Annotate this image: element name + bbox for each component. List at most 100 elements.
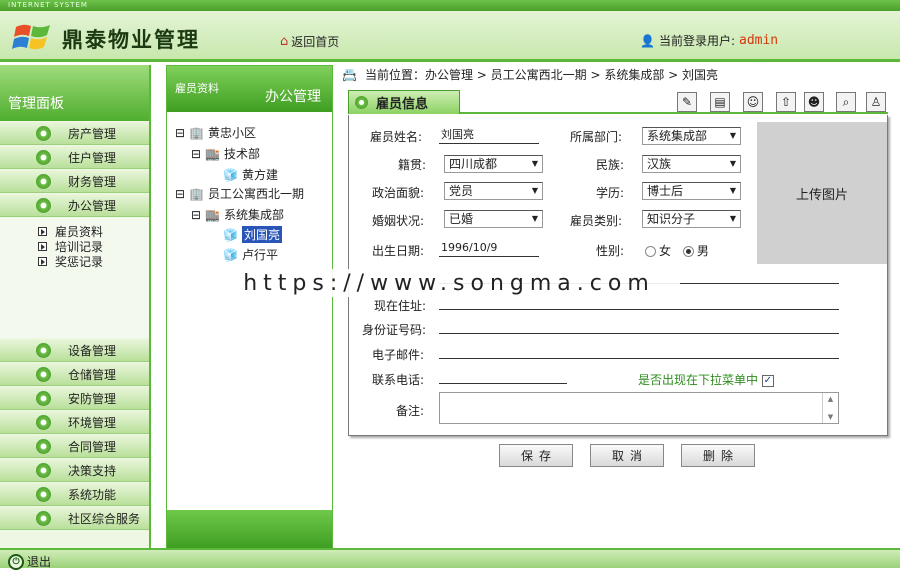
photo-upload[interactable]: 上传图片 [757,122,887,264]
header-bar: INTERNET SYSTEM 鼎泰物业管理 ⌂ 返回首页 👤 当前登录用户: … [0,0,900,62]
marital-select[interactable]: 已婚 [444,210,543,228]
group-icon[interactable]: ☻ [804,92,824,112]
edu-select[interactable]: 博士后 [642,182,741,200]
user-icon: 👤 [640,33,655,48]
exit-button[interactable]: ⏻ 退出 [8,553,51,570]
birth-label: 出生日期: [372,244,425,258]
scrollbar[interactable]: ▲ ▼ [822,393,838,423]
user-label: 当前登录用户: [658,34,735,48]
sidebar-menu-item[interactable]: 办公管理 [0,194,149,217]
delete-button[interactable]: 删除 [681,444,755,467]
menu-bullet-icon [36,487,51,502]
tree-node[interactable]: ⊟ 🏬 技术部 [191,145,260,162]
cancel-button[interactable]: 取消 [590,444,664,467]
gender-radio-group: 女 男 [645,242,709,259]
sidebar-menu-item[interactable]: 安防管理 [0,387,149,410]
menu-bullet-icon [36,439,51,454]
submenu-item[interactable]: 雇员资料 [38,224,149,239]
search-icon[interactable]: ⌕ [836,92,856,112]
email-label: 电子邮件: [372,348,425,362]
tree-collapse-icon: ⊟ [175,125,186,140]
home-link[interactable]: ⌂ 返回首页 [280,33,339,50]
home-icon: ⌂ [280,34,289,49]
address-label: 现在住址: [374,299,427,313]
native-select[interactable]: 四川成都 [444,155,543,173]
gender-male-radio[interactable] [682,246,694,257]
up-arrow-icon[interactable]: ⇧ [776,92,796,112]
department-icon: 🏬 [205,207,221,222]
menu-bullet-icon [36,343,51,358]
type-label: 雇员类别: [570,214,623,228]
person-icon[interactable]: ♙ [866,92,886,112]
sidebar-title: 管理面板 [0,65,149,121]
menu-bullet-icon [36,463,51,478]
submenu-item[interactable]: 奖惩记录 [38,254,149,269]
tree-node[interactable]: 🧊 卢行平 [223,246,278,263]
home-label: 返回首页 [291,35,340,49]
sidebar-menu-item[interactable]: 仓储管理 [0,363,149,386]
type-select[interactable]: 知识分子 [642,210,741,228]
tab-employee-info[interactable]: 雇员信息 [348,90,460,114]
sidebar-menu-item[interactable]: 房产管理 [0,122,149,145]
note-textarea[interactable]: ▲ ▼ [439,392,839,424]
username: admin [739,33,779,48]
tree-tab[interactable]: 雇员资料 [175,80,219,96]
tree-node-selected[interactable]: 🧊 刘国亮 [223,226,282,243]
tree-panel: 雇员资料 办公管理 ⊟ 🏢 黄忠小区 ⊟ 🏬 技术部 🧊 黄方建 ⊟ 🏢 员工公寓西北一期 ⊟… [166,65,333,549]
card-icon[interactable]: ▤ [710,92,730,112]
watermark: https://www.songma.com [218,269,680,297]
menu-bullet-icon [36,367,51,382]
menu-bullet-icon [36,511,51,526]
dept-select[interactable]: 系统集成部 [642,127,741,145]
dropdown-checkbox[interactable]: ✓ [761,374,774,387]
tree-title: 办公管理 [265,89,321,105]
sidebar-menu-item[interactable]: 设备管理 [0,339,149,362]
power-icon: ⏻ [8,553,24,570]
menu-bullet-icon [36,198,51,213]
edit-icon[interactable]: ✎ [677,92,697,112]
save-button[interactable]: 保存 [499,444,573,467]
gender-label: 性别: [596,244,625,258]
arrow-icon [38,227,47,236]
tree-collapse-icon: ⊟ [191,146,202,161]
arrow-icon [38,242,47,251]
tree-node[interactable]: ⊟ 🏢 员工公寓西北一期 [175,185,304,202]
dropdown-option: 是否出现在下拉菜单中 ✓ [638,373,774,387]
note-label: 备注: [396,404,425,418]
gender-female-radio[interactable] [645,246,656,257]
building-icon: 🏢 [189,125,205,140]
tree-node[interactable]: 🧊 黄方建 [223,166,278,183]
tree-node[interactable]: ⊟ 🏢 黄忠小区 [175,124,256,141]
sidebar-menu-item[interactable]: 合同管理 [0,435,149,458]
political-select[interactable]: 党员 [444,182,543,200]
tree-collapse-icon: ⊟ [191,207,202,222]
tree-header: 雇员资料 办公管理 [167,66,332,112]
sidebar-menu-item[interactable]: 社区综合服务 [0,507,149,530]
id-field[interactable] [439,316,839,334]
users-icon[interactable]: ☺ [743,92,763,112]
ethnic-select[interactable]: 汉族 [642,155,741,173]
sidebar-menu-item[interactable]: 决策支持 [0,459,149,482]
sidebar-menu-item[interactable]: 财务管理 [0,170,149,193]
person-icon: 🧊 [223,227,238,242]
phone-label: 联系电话: [372,373,425,387]
app-title: 鼎泰物业管理 [62,27,200,52]
sidebar-menu-item[interactable]: 住户管理 [0,146,149,169]
submenu-item[interactable]: 培训记录 [38,239,149,254]
sidebar-menu-item[interactable]: 系统功能 [0,483,149,506]
person-icon: 🧊 [223,167,238,182]
tree-node[interactable]: ⊟ 🏬 系统集成部 [191,206,284,223]
tree-footer [167,510,332,548]
tree-collapse-icon: ⊟ [175,186,186,201]
email-field[interactable] [439,341,839,359]
phone-field[interactable] [439,366,567,384]
sidebar-menu-item[interactable]: 环境管理 [0,411,149,434]
marital-label: 婚姻状况: [372,214,425,228]
person-icon: 🧊 [223,247,238,262]
menu-bullet-icon [36,415,51,430]
name-field[interactable]: 刘国亮 [439,126,539,144]
ethnic-label: 民族: [596,158,625,172]
building-icon: 🏢 [189,186,205,201]
birth-field[interactable]: 1996/10/9 [439,239,539,257]
system-tag: INTERNET SYSTEM [0,0,900,11]
